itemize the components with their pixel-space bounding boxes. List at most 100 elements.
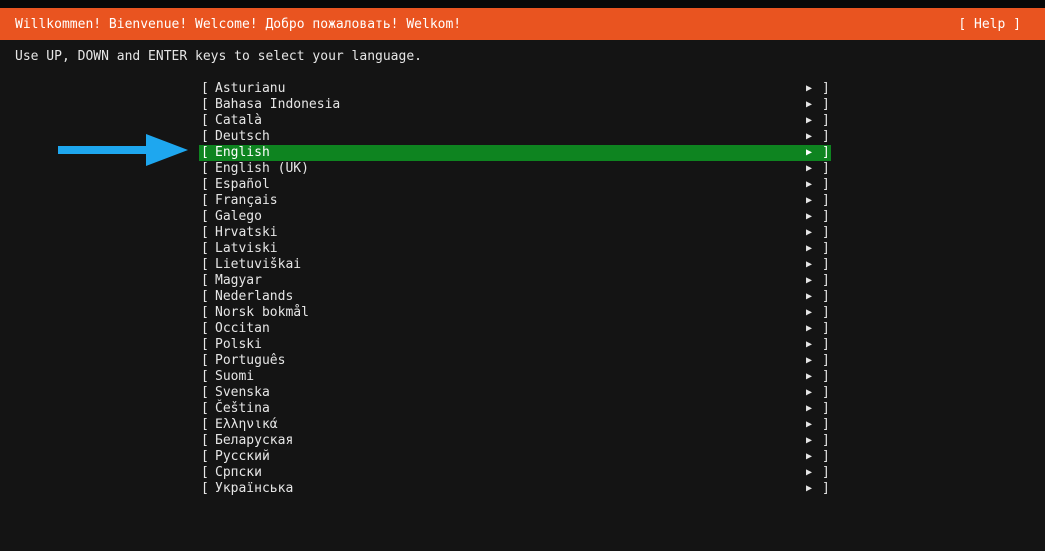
open-bracket: [ (201, 401, 209, 416)
language-item[interactable]: [Lietuviškai ▶] (199, 257, 831, 273)
open-bracket: [ (201, 465, 209, 480)
language-item[interactable]: [ Português ▶] (199, 353, 831, 369)
language-label: Occitan (215, 321, 270, 336)
right-triangle-icon: ▶ (806, 99, 813, 110)
right-triangle-icon: ▶ (806, 291, 813, 302)
language-label: Latviski (215, 241, 278, 256)
right-triangle-icon: ▶ (806, 435, 813, 446)
language-item[interactable]: [Српски ▶] (199, 465, 831, 481)
open-bracket: [ (201, 273, 209, 288)
language-item[interactable]: [Français ▶] (199, 193, 831, 209)
right-triangle-icon: ▶ (806, 483, 813, 494)
close-bracket: ] (822, 81, 830, 96)
language-label: Lietuviškai (215, 257, 302, 272)
language-item[interactable]: [Asturianu ▶] (199, 81, 831, 97)
open-bracket: [ (201, 289, 209, 304)
language-item[interactable]: [Polski ▶] (199, 337, 831, 353)
language-item[interactable]: [Deutsch ▶] (199, 129, 831, 145)
right-triangle-icon: ▶ (806, 147, 813, 158)
language-item[interactable]: [Українська ▶] (199, 481, 831, 497)
language-item[interactable]: [Latviski ▶] (199, 241, 831, 257)
language-item[interactable]: [Suomi ▶] (199, 369, 831, 385)
right-triangle-icon: ▶ (806, 419, 813, 430)
language-item[interactable]: [Беларуская ▶] (199, 433, 831, 449)
language-item[interactable]: [Català ▶] (199, 113, 831, 129)
language-label: Norsk bokmål (215, 305, 309, 320)
close-bracket: ] (822, 145, 830, 160)
open-bracket: [ (201, 353, 209, 368)
language-label: English (215, 145, 270, 160)
open-bracket: [ (201, 145, 209, 160)
right-triangle-icon: ▶ (806, 211, 813, 222)
right-triangle-icon: ▶ (806, 195, 813, 206)
language-item[interactable]: [ Galego ▶] (199, 209, 831, 225)
open-bracket: [ (201, 305, 209, 320)
open-bracket: [ (201, 193, 209, 208)
close-bracket: ] (822, 481, 830, 496)
language-item[interactable]: [Español ▶] (199, 177, 831, 193)
language-label: Galego (215, 209, 262, 224)
close-bracket: ] (822, 97, 830, 112)
language-label: Deutsch (215, 129, 270, 144)
language-item[interactable]: [Čeština ▶] (199, 401, 831, 417)
right-triangle-icon: ▶ (806, 371, 813, 382)
pointer-arrow-shaft (58, 146, 150, 154)
open-bracket: [ (201, 225, 209, 240)
language-item[interactable]: [Occitan ▶] (199, 321, 831, 337)
language-list: [Asturianu ▶] [Bahasa Indonesia ▶] [Català ▶]… (199, 81, 831, 497)
language-label: Nederlands (215, 289, 294, 304)
close-bracket: ] (822, 209, 830, 224)
language-label: Bahasa Indonesia (215, 97, 341, 112)
close-bracket: ] (822, 289, 830, 304)
language-label: Čeština (215, 401, 270, 416)
language-item[interactable]: [English (UK) ▶] (199, 161, 831, 177)
right-triangle-icon: ▶ (806, 115, 813, 126)
close-bracket: ] (822, 161, 830, 176)
language-item[interactable]: [Svenska ▶] (199, 385, 831, 401)
header-bar: Willkommen! Bienvenue! Welcome! Добро по… (0, 8, 1045, 40)
right-triangle-icon: ▶ (806, 403, 813, 414)
language-item[interactable]: [Русский ▶] (199, 449, 831, 465)
language-item[interactable]: [ Norsk bokmål ▶] (199, 305, 831, 321)
language-item[interactable]: [ Nederlands ▶] (199, 289, 831, 305)
close-bracket: ] (822, 465, 830, 480)
close-bracket: ] (822, 305, 830, 320)
right-triangle-icon: ▶ (806, 243, 813, 254)
right-triangle-icon: ▶ (806, 355, 813, 366)
language-item[interactable]: [Ελληνικά ▶] (199, 417, 831, 433)
language-label: Svenska (215, 385, 270, 400)
open-bracket: [ (201, 161, 209, 176)
right-triangle-icon: ▶ (806, 339, 813, 350)
close-bracket: ] (822, 193, 830, 208)
language-item[interactable]: [ Hrvatski ▶] (199, 225, 831, 241)
language-label: Português (215, 353, 286, 368)
right-triangle-icon: ▶ (806, 131, 813, 142)
open-bracket: [ (201, 177, 209, 192)
language-label: Català (215, 113, 262, 128)
language-label: Español (215, 177, 270, 192)
open-bracket: [ (201, 417, 209, 432)
open-bracket: [ (201, 321, 209, 336)
pointer-arrow-head (146, 134, 188, 166)
instruction-text: Use UP, DOWN and ENTER keys to select yo… (15, 49, 422, 64)
open-bracket: [ (201, 385, 209, 400)
open-bracket: [ (201, 337, 209, 352)
language-label: Asturianu (215, 81, 286, 96)
open-bracket: [ (201, 369, 209, 384)
close-bracket: ] (822, 353, 830, 368)
right-triangle-icon: ▶ (806, 307, 813, 318)
language-item[interactable]: [Bahasa Indonesia ▶] (199, 97, 831, 113)
open-bracket: [ (201, 257, 209, 272)
language-item[interactable]: [Magyar ▶] (199, 273, 831, 289)
open-bracket: [ (201, 209, 209, 224)
close-bracket: ] (822, 225, 830, 240)
language-label: Hrvatski (215, 225, 278, 240)
right-triangle-icon: ▶ (806, 227, 813, 238)
installer-screen: Willkommen! Bienvenue! Welcome! Добро по… (0, 0, 1045, 551)
close-bracket: ] (822, 273, 830, 288)
language-item[interactable]: [ English ▶] (199, 145, 831, 161)
open-bracket: [ (201, 113, 209, 128)
help-button[interactable]: [ Help ] (958, 17, 1021, 33)
pointer-arrow-icon (58, 134, 188, 166)
close-bracket: ] (822, 257, 830, 272)
